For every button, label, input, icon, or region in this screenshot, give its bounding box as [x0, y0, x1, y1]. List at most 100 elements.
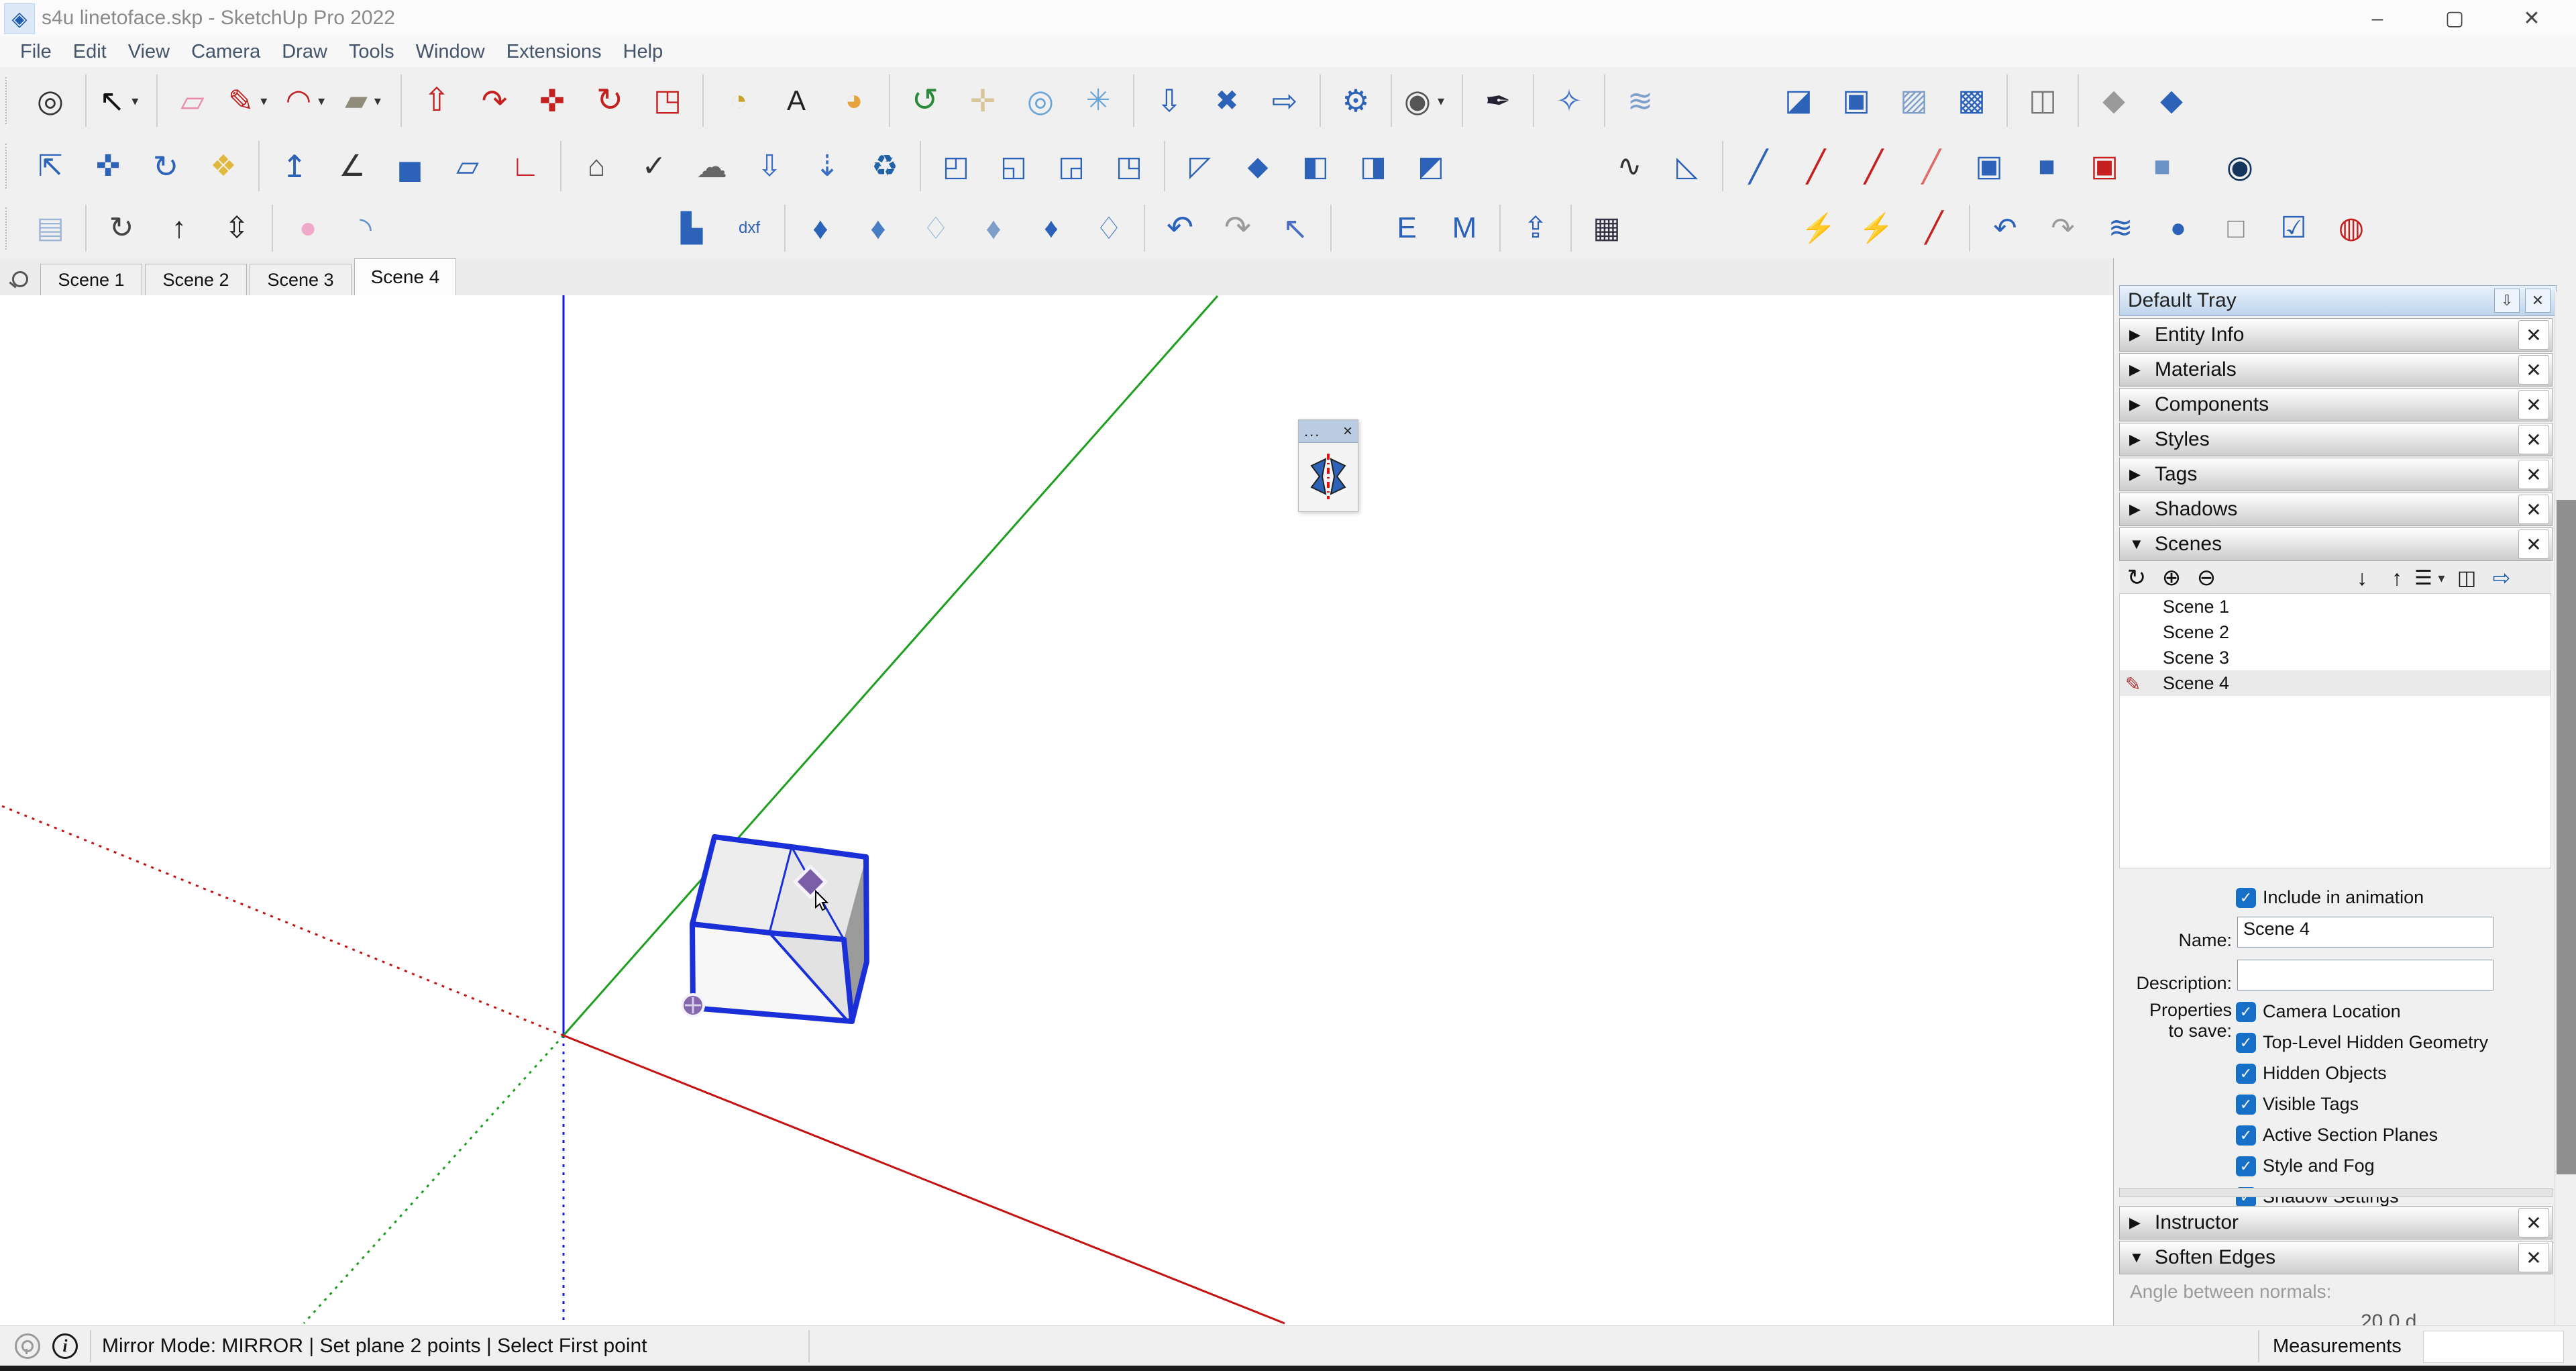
grid-window-button[interactable]: ▦: [1578, 202, 1635, 254]
menu-tools[interactable]: Tools: [338, 37, 405, 67]
top-level-hidden-geometry-checkbox[interactable]: ✓: [2236, 1033, 2256, 1053]
camera-location-checkbox[interactable]: ✓: [2236, 1002, 2256, 1022]
tray-scrollbar[interactable]: [2555, 292, 2576, 1325]
panel-close-icon[interactable]: ✕: [2518, 529, 2549, 559]
select-cube-button[interactable]: ◸: [1171, 139, 1229, 194]
zoom-window-button[interactable]: ◎: [21, 72, 79, 130]
arc-button[interactable]: ◠▾: [279, 72, 337, 130]
menu-edit[interactable]: Edit: [62, 37, 117, 67]
extension-warehouse-button[interactable]: ✖: [1198, 72, 1256, 130]
square-tool-4-button[interactable]: ■: [2133, 139, 2191, 194]
square-tool-3-button[interactable]: ▣: [2076, 139, 2133, 194]
expand-arrow-icon[interactable]: ▶: [2129, 1214, 2145, 1231]
square-tool-2-button[interactable]: ■: [2018, 139, 2076, 194]
area-chart-button[interactable]: ◺: [1658, 139, 1716, 194]
slash-blue-button[interactable]: ╱: [1729, 139, 1787, 194]
axes-scale-button[interactable]: ⇳: [208, 202, 266, 254]
view-options-button[interactable]: ☰▾: [2414, 563, 2449, 593]
align-slope-button[interactable]: ∠: [323, 139, 381, 194]
undo-small-button[interactable]: ↶: [1976, 202, 2034, 254]
refresh-scene-button[interactable]: ↻: [2119, 563, 2154, 593]
mirror-tool-button[interactable]: [1308, 450, 1348, 503]
select-arrow-button[interactable]: ↖: [1267, 202, 1324, 254]
account-button[interactable]: ◉▾: [1398, 72, 1456, 130]
tray-panel-scenes[interactable]: ▼Scenes✕: [2119, 527, 2553, 561]
measurements-input[interactable]: [2423, 1331, 2564, 1363]
component-diamond-button[interactable]: ◆: [1229, 139, 1287, 194]
scale-button[interactable]: ◳: [639, 72, 696, 130]
color-swap-button[interactable]: ❖: [195, 139, 252, 194]
scene-tab-scene-3[interactable]: Scene 3: [250, 264, 352, 295]
tilt-object-button[interactable]: ▱: [439, 139, 496, 194]
place-point-button[interactable]: ◰: [927, 139, 985, 194]
move-button[interactable]: ✜: [523, 72, 581, 130]
slash-red-tool-button[interactable]: ╱: [1905, 202, 1963, 254]
toolbar-grip[interactable]: [5, 77, 16, 124]
circle-filled-button[interactable]: ●: [2149, 202, 2207, 254]
tray-panel-materials[interactable]: ▶Materials✕: [2119, 353, 2553, 387]
geolocation-icon[interactable]: [15, 1333, 40, 1359]
tray-panel-entity-info[interactable]: ▶Entity Info✕: [2119, 318, 2553, 352]
zigzag-line-button[interactable]: ∿: [1601, 139, 1658, 194]
model-box[interactable]: [682, 837, 867, 1023]
axes-move-button[interactable]: ↑: [150, 202, 208, 254]
expand-arrow-icon[interactable]: ▶: [2129, 326, 2145, 344]
menu-draw[interactable]: Draw: [271, 37, 338, 67]
drop-light-button[interactable]: ♢: [907, 202, 965, 254]
minimize-button[interactable]: –: [2340, 0, 2415, 37]
cloud-upload-button[interactable]: ☁: [683, 139, 741, 194]
scene-tab-scene-2[interactable]: Scene 2: [145, 264, 247, 295]
axes-rect-button[interactable]: ∟: [496, 139, 554, 194]
dropdown-arrow-icon[interactable]: ▾: [1432, 93, 1450, 109]
toolbar-grip[interactable]: [5, 144, 16, 189]
waves-stack-button[interactable]: ≋: [2092, 202, 2149, 254]
panel-close-icon[interactable]: ✕: [2518, 495, 2549, 524]
mirror-toolbar-titlebar[interactable]: ... ×: [1299, 420, 1358, 443]
rotate-objects-button[interactable]: ↻: [137, 139, 195, 194]
align-bottom-button[interactable]: ▅: [381, 139, 439, 194]
panel-close-icon[interactable]: ✕: [2518, 460, 2549, 489]
s4u-pen-button[interactable]: ✒: [1469, 72, 1527, 130]
drop-half-button[interactable]: ♦: [965, 202, 1022, 254]
select-overlap-button[interactable]: ▣: [1827, 72, 1885, 130]
tape-measure-button[interactable]: ◔: [710, 72, 767, 130]
menu-camera[interactable]: Camera: [180, 37, 271, 67]
menu-extensions[interactable]: Extensions: [496, 37, 612, 67]
stretch-rect-button[interactable]: ⇱: [21, 139, 79, 194]
arc-bend-button[interactable]: ◝: [337, 202, 394, 254]
import-box-button[interactable]: ⇩: [741, 139, 798, 194]
panel-close-icon[interactable]: ✕: [2518, 355, 2549, 385]
rotate-button[interactable]: ↻: [581, 72, 639, 130]
cube-flip-button[interactable]: ◧: [1287, 139, 1344, 194]
search-scenes-icon[interactable]: [0, 263, 40, 295]
undo-button[interactable]: ↶: [1151, 202, 1209, 254]
redo-button[interactable]: ↷: [1209, 202, 1267, 254]
tray-panel-shadows[interactable]: ▶Shadows✕: [2119, 493, 2553, 526]
open-file-button[interactable]: ⌂: [568, 139, 625, 194]
dropdown-arrow-icon[interactable]: ▾: [313, 93, 330, 109]
place-pencil-button[interactable]: ◱: [985, 139, 1042, 194]
model-view[interactable]: [0, 295, 2113, 1325]
menu-window[interactable]: Window: [405, 37, 496, 67]
scene-tab-scene-4[interactable]: Scene 4: [354, 258, 456, 295]
slash-red-2-button[interactable]: ╱: [1845, 139, 1902, 194]
active-section-planes-checkbox[interactable]: ✓: [2236, 1125, 2256, 1146]
toolbar-close-icon[interactable]: ×: [1343, 422, 1352, 441]
zoom-button[interactable]: ◎: [1012, 72, 1069, 130]
raise-object-button[interactable]: ↥: [266, 139, 323, 194]
move-scene-up-button[interactable]: ↑: [2379, 563, 2414, 593]
scene-tab-scene-1[interactable]: Scene 1: [40, 264, 142, 295]
s4u-freehand-button[interactable]: ≋: [1611, 72, 1669, 130]
place-axes-button[interactable]: ◳: [1100, 139, 1158, 194]
redo-small-button[interactable]: ↷: [2034, 202, 2092, 254]
menu-file[interactable]: File: [9, 37, 62, 67]
drop-flow-button[interactable]: ♢: [1080, 202, 1138, 254]
add-scene-button[interactable]: ⊕: [2154, 563, 2189, 593]
remove-scene-button[interactable]: ⊖: [2189, 563, 2224, 593]
cube-rotate-button[interactable]: ◩: [1402, 139, 1460, 194]
move-scene-down-button[interactable]: ↓: [2345, 563, 2379, 593]
maximize-button[interactable]: ▢: [2417, 0, 2492, 37]
axes-rotate-button[interactable]: ↻: [93, 202, 150, 254]
replace-component-gray-button[interactable]: ◆: [2085, 72, 2143, 130]
m-tool-button[interactable]: M: [1436, 202, 1493, 254]
